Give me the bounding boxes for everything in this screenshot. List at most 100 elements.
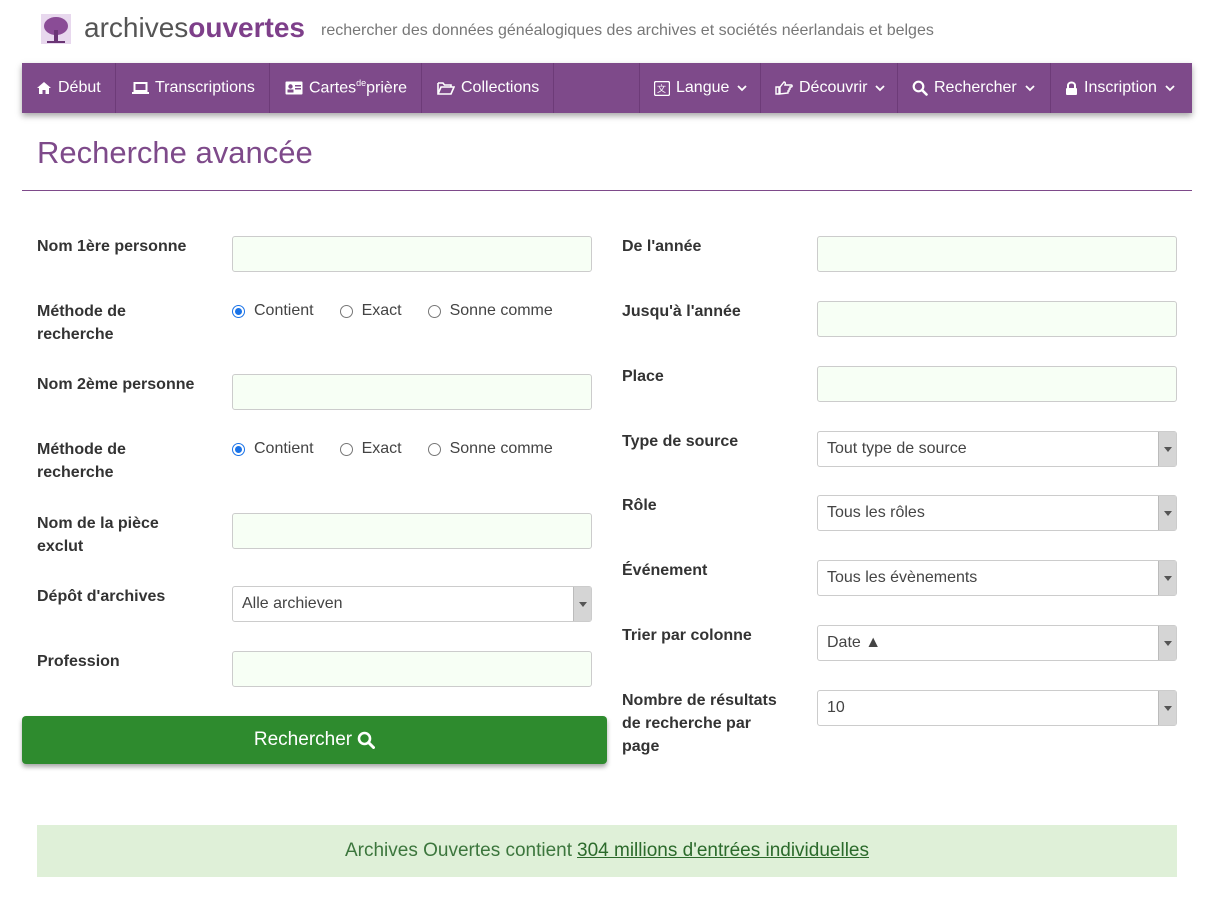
method1-radio-group: Contient Exact Sonne comme xyxy=(232,302,579,320)
radio-label: Exact xyxy=(361,440,402,457)
chevron-down-icon xyxy=(1165,84,1175,91)
nav-discover[interactable]: Découvrir xyxy=(760,63,899,113)
dropdown-arrow-icon xyxy=(573,587,591,621)
nav-home[interactable]: Début xyxy=(22,63,116,113)
method1-contains-radio[interactable]: Contient xyxy=(232,302,314,320)
event-select[interactable]: Tous les évènements xyxy=(817,560,1177,596)
method2-soundslike-radio[interactable]: Sonne comme xyxy=(427,440,553,458)
nav-login-label: Inscription xyxy=(1084,79,1157,96)
name1-input[interactable] xyxy=(232,236,592,272)
method2-exact-radio[interactable]: Exact xyxy=(339,440,402,458)
role-select[interactable]: Tous les rôles xyxy=(817,495,1177,531)
submit-search-label: Rechercher xyxy=(253,729,353,750)
profession-label: Profession xyxy=(37,653,120,670)
records-count-link[interactable]: 304 millions d'entrées individuelles xyxy=(577,840,869,862)
nav-cards-sup: de xyxy=(356,78,367,89)
nav-cards-suffix: prière xyxy=(366,79,408,97)
radio-label: Contient xyxy=(254,440,314,457)
exclude-input[interactable] xyxy=(232,513,592,549)
results-per-page-select[interactable]: 10 xyxy=(817,690,1177,726)
exclude-label: Nom de la pièce exclut xyxy=(37,512,159,558)
info-banner-text: Archives Ouvertes contient xyxy=(344,840,573,861)
results-label-line1: Nombre de résultats xyxy=(622,692,777,709)
to-year-label: Jusqu'à l'année xyxy=(622,303,741,320)
archive-label: Dépôt d'archives xyxy=(37,588,166,605)
radio-unchecked-icon xyxy=(427,442,441,456)
results-per-page-value: 10 xyxy=(827,699,845,716)
radio-unchecked-icon xyxy=(339,304,353,318)
nav-collections[interactable]: Collections xyxy=(423,63,555,113)
laptop-icon xyxy=(132,81,149,94)
logo-text-part1: archives xyxy=(84,12,189,43)
sort-select[interactable]: Date ▲ xyxy=(817,625,1177,661)
method2-label-line2: recherche xyxy=(37,464,114,481)
event-select-value: Tous les évènements xyxy=(827,569,978,586)
nav-discover-label: Découvrir xyxy=(799,79,868,96)
event-label: Événement xyxy=(622,562,708,579)
nav-language-label: Langue xyxy=(676,79,730,96)
source-type-select[interactable]: Tout type de source xyxy=(817,431,1177,467)
place-input[interactable] xyxy=(817,366,1177,402)
nav-language[interactable]: 文 Langue xyxy=(639,63,761,113)
nav-transcriptions-label: Transcriptions xyxy=(155,79,255,96)
sort-select-value: Date ▲ xyxy=(827,634,882,651)
page-title: Recherche avancée xyxy=(37,135,313,170)
nav-prayer-cards-label: Cartesdeprière xyxy=(309,78,407,97)
method2-contains-radio[interactable]: Contient xyxy=(232,440,314,458)
method1-soundslike-radio[interactable]: Sonne comme xyxy=(427,302,553,320)
chevron-down-icon xyxy=(737,84,748,91)
lock-icon xyxy=(1066,81,1077,95)
method2-label-line1: Méthode de xyxy=(37,441,126,458)
name2-label: Nom 2ème personne xyxy=(37,376,195,393)
title-divider xyxy=(22,190,1192,191)
tree-logo-icon[interactable] xyxy=(41,14,71,44)
from-year-input[interactable] xyxy=(817,236,1177,272)
role-label: Rôle xyxy=(622,497,657,514)
nav-search-label: Rechercher xyxy=(934,79,1017,96)
to-year-input[interactable] xyxy=(817,301,1177,337)
radio-label: Exact xyxy=(361,302,402,319)
site-logo[interactable]: archivesouvertes xyxy=(84,11,305,45)
results-label-line3: page xyxy=(622,738,660,755)
info-banner: Archives Ouvertes contient 304 millions … xyxy=(37,825,1177,877)
source-type-label: Type de source xyxy=(622,433,739,450)
dropdown-arrow-icon xyxy=(1158,432,1176,466)
search-icon xyxy=(912,80,928,96)
site-header: archivesouvertes rechercher des données … xyxy=(0,0,1216,63)
main-navbar: Début Transcriptions Cartesdeprière Coll… xyxy=(22,63,1192,113)
radio-label: Sonne comme xyxy=(449,302,553,319)
nav-login[interactable]: Inscription xyxy=(1050,63,1189,113)
id-card-icon xyxy=(285,81,303,95)
site-tagline: rechercher des données généalogiques des… xyxy=(321,22,934,39)
radio-checked-icon xyxy=(232,442,245,456)
method1-label: Méthode de recherche xyxy=(37,300,126,346)
method1-exact-radio[interactable]: Exact xyxy=(339,302,402,320)
exclude-label-line2: exclut xyxy=(37,538,84,555)
nav-search[interactable]: Rechercher xyxy=(897,63,1049,113)
method1-label-line1: Méthode de xyxy=(37,303,126,320)
name2-input[interactable] xyxy=(232,374,592,410)
nav-home-label: Début xyxy=(58,79,101,96)
dropdown-arrow-icon xyxy=(1158,626,1176,660)
name1-label: Nom 1ère personne xyxy=(37,238,187,255)
home-icon xyxy=(37,82,51,94)
archive-select-value: Alle archieven xyxy=(242,595,343,612)
nav-cards-prefix: Cartes xyxy=(309,79,357,97)
nav-collections-label: Collections xyxy=(461,79,540,96)
archive-select[interactable]: Alle archieven xyxy=(232,586,592,622)
submit-search-button[interactable]: Rechercher xyxy=(22,716,607,764)
sort-label: Trier par colonne xyxy=(622,627,752,644)
nav-prayer-cards[interactable]: Cartesdeprière xyxy=(271,63,423,113)
exclude-label-line1: Nom de la pièce xyxy=(37,515,159,532)
dropdown-arrow-icon xyxy=(1158,691,1176,725)
profession-input[interactable] xyxy=(232,651,592,687)
radio-label: Sonne comme xyxy=(449,440,553,457)
nav-transcriptions[interactable]: Transcriptions xyxy=(118,63,270,113)
method2-radio-group: Contient Exact Sonne comme xyxy=(232,440,579,458)
dropdown-arrow-icon xyxy=(1158,496,1176,530)
chevron-down-icon xyxy=(1025,84,1035,91)
chevron-down-icon xyxy=(875,84,886,91)
radio-unchecked-icon xyxy=(427,304,441,318)
hand-pointer-icon xyxy=(775,81,793,95)
radio-unchecked-icon xyxy=(339,442,353,456)
